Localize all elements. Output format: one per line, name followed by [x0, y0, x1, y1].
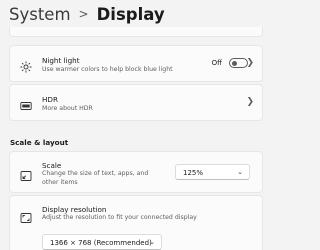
hdr-subtitle[interactable]: More about HDR [42, 105, 93, 114]
section-heading-scale-layout: Scale & layout [10, 138, 69, 147]
scale-resize-icon [20, 167, 32, 181]
scale-dropdown[interactable]: 125% ⌄ [175, 164, 250, 180]
night-light-subtitle: Use warmer colors to help block blue lig… [42, 66, 173, 73]
hdr-title: HDR [42, 95, 58, 104]
resolution-icon [20, 209, 32, 223]
night-light-title: Night light [42, 56, 80, 65]
resolution-title: Display resolution [42, 205, 107, 214]
chevron-right-icon: ❯ [246, 97, 254, 107]
chevron-down-icon: ⌄ [149, 238, 155, 246]
night-light-toggle[interactable] [229, 58, 248, 68]
hdr-card[interactable]: HDR More about HDR ❯ [9, 84, 263, 121]
night-light-card[interactable]: Night light Use warmer colors to help bl… [9, 45, 263, 82]
scale-card: Scale Change the size of text, apps, and… [9, 151, 263, 193]
resolution-card: Display resolution Adjust the resolution… [9, 195, 263, 250]
scale-subtitle: Change the size of text, apps, and other… [42, 170, 149, 186]
toggle-knob [232, 60, 237, 66]
settings-card-previous [9, 27, 263, 37]
breadcrumb-system[interactable]: System [9, 5, 71, 24]
breadcrumb: System > Display [9, 2, 165, 26]
chevron-down-icon: ⌄ [237, 168, 243, 176]
hdr-icon [20, 97, 32, 110]
page-title: Display [96, 4, 165, 24]
breadcrumb-separator-icon: > [78, 7, 89, 21]
sun-brightness-icon [20, 58, 32, 73]
scale-title: Scale [42, 161, 62, 170]
resolution-dropdown-value: 1366 × 768 (Recommended) [50, 239, 152, 247]
scale-dropdown-value: 125% [183, 169, 204, 177]
settings-page: System > Display Night light Use warmer … [0, 0, 272, 250]
resolution-dropdown[interactable]: 1366 × 768 (Recommended) ⌄ [42, 234, 162, 250]
chevron-right-icon: ❯ [246, 58, 254, 68]
night-light-toggle-label: Off [211, 59, 222, 67]
resolution-subtitle: Adjust the resolution to fit your connec… [42, 214, 197, 221]
